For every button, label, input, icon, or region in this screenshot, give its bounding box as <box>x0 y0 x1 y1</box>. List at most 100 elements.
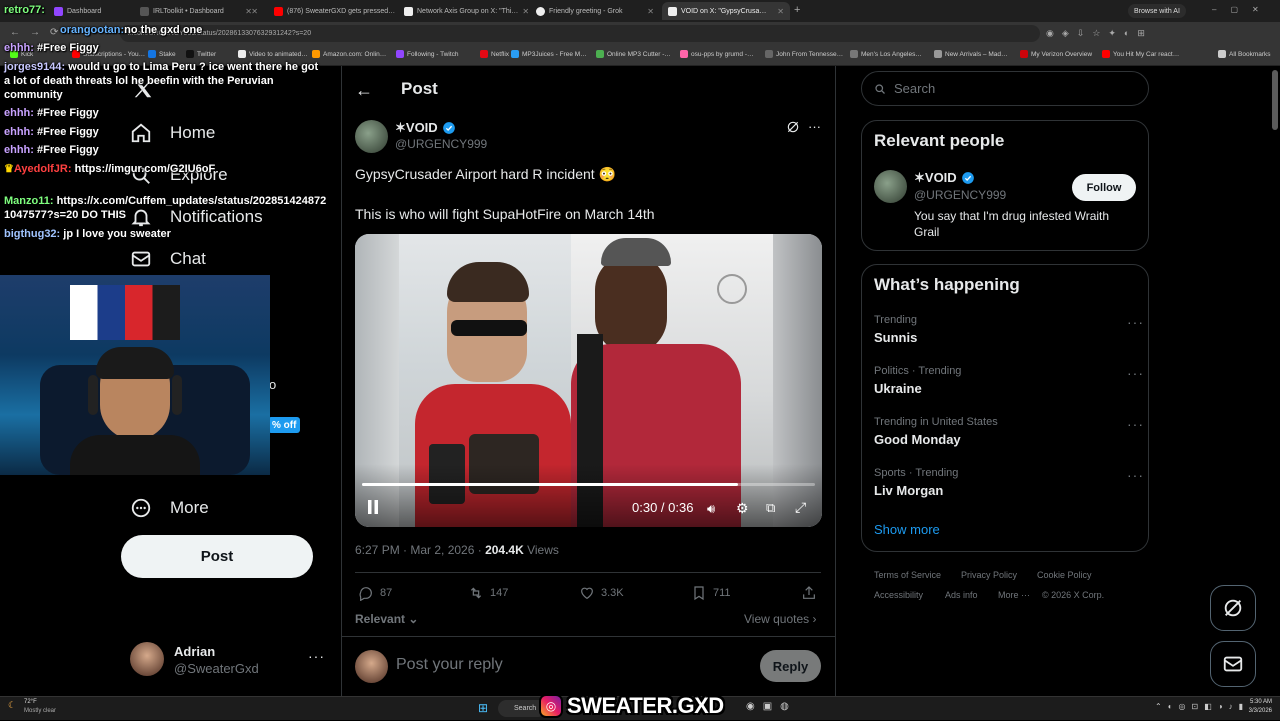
clock-date: 3/3/2026 <box>1248 708 1272 714</box>
footer-link[interactable]: More ··· <box>998 590 1030 600</box>
more-dots-icon[interactable]: ··· <box>1127 416 1144 432</box>
nav-home[interactable]: Home <box>130 122 215 144</box>
grok-fab[interactable] <box>1210 585 1256 631</box>
pip-icon[interactable]: ⧉ <box>766 500 775 516</box>
tab-grok[interactable]: Friendly greeting - Grok ✕ <box>530 2 660 20</box>
footer-link[interactable]: Ads info <box>945 590 978 600</box>
messages-fab[interactable] <box>1210 641 1256 687</box>
tab-youtube[interactable]: (876) SweaterGXD gets pressed…✕ <box>268 2 396 20</box>
bookmark-item[interactable]: Men's Los Angeles… <box>850 50 922 58</box>
url-field[interactable]: x.com/URGENCY999/status/2028613307632931… <box>120 25 1040 42</box>
bookmark-item[interactable]: You Hit My Car react… <box>1102 50 1179 58</box>
browse-with-ai-button[interactable]: Browse with AI <box>1128 4 1186 18</box>
chat-user: bigthug32: <box>4 228 61 240</box>
reply-input[interactable]: Post your reply <box>396 656 503 674</box>
webcam-overlay <box>0 275 270 475</box>
bookmark-item[interactable]: John From Tennesse… <box>765 50 843 58</box>
chevron-down-icon: ⌄ <box>408 612 419 626</box>
trend-item[interactable]: Trending in United States Good Monday ··· <box>874 416 1144 447</box>
post-text-line2: This is who will fight SupaHotFire on Ma… <box>355 206 655 222</box>
bookmark-item[interactable]: Video to animated… <box>238 50 308 58</box>
close-icon[interactable]: ✕ <box>522 7 528 16</box>
footer-link[interactable]: Cookie Policy <box>1037 570 1092 580</box>
follow-button[interactable]: Follow <box>1072 174 1136 201</box>
reply-icon <box>359 587 372 601</box>
start-icon[interactable]: ⊞ <box>478 701 488 715</box>
chat-user: orangootan: <box>60 24 125 36</box>
search-input[interactable]: Search <box>894 81 935 96</box>
nav-more[interactable]: More <box>130 497 209 519</box>
fullscreen-icon[interactable]: ⤢ <box>795 499 806 516</box>
scrollbar-thumb[interactable] <box>1272 70 1278 130</box>
bookmark-item[interactable]: Twitter <box>186 50 216 58</box>
search-box[interactable]: Search <box>861 71 1149 106</box>
view-quotes-link[interactable]: View quotes › <box>744 612 817 626</box>
person-avatar[interactable] <box>874 170 907 203</box>
bookmark-item[interactable]: Online MP3 Cutter -… <box>596 50 671 58</box>
chat-user: retro77: <box>4 4 45 16</box>
bookmark-item[interactable]: My Verizon Overview <box>1020 50 1092 58</box>
back-arrow-icon[interactable]: ← <box>355 80 373 101</box>
post-more-icon[interactable]: ··· <box>808 119 821 134</box>
bookmark-item[interactable]: osu-pps by grumd -… <box>680 50 754 58</box>
new-tab-button[interactable]: + <box>794 4 800 16</box>
close-icon[interactable]: ✕ <box>251 7 258 16</box>
avatar <box>130 642 164 676</box>
headset-right <box>172 375 182 415</box>
reply-sort-dropdown[interactable]: Relevant ⌄ <box>355 612 418 626</box>
person-name-row[interactable]: ✶VOID <box>914 170 975 186</box>
volume-icon[interactable]: 🔊︎ <box>707 501 715 517</box>
settings-gear-icon[interactable]: ⚙ <box>736 500 749 517</box>
extension-icons[interactable]: ◉◈⇩☆✦◐⊞ <box>1046 28 1153 39</box>
bookmark-action[interactable]: 711 <box>691 585 731 601</box>
window-controls[interactable]: –▢✕ <box>1212 5 1273 14</box>
bookmark-item[interactable]: New Arrivals – Mad… <box>934 50 1008 58</box>
footer-link[interactable]: Accessibility <box>874 590 923 600</box>
discount-badge: % off <box>268 417 301 433</box>
more-dots-icon[interactable]: ··· <box>1127 314 1144 330</box>
chat-user: ehhh: <box>4 42 34 54</box>
bookmark-item[interactable]: Netflix <box>480 50 509 58</box>
trend-item[interactable]: Trending Sunnis ··· <box>874 314 1144 345</box>
close-icon[interactable]: ✕ <box>647 7 654 16</box>
bookmark-item[interactable]: Amazon.com: Onlin… <box>312 50 386 58</box>
more-dots-icon[interactable]: ··· <box>1127 365 1144 381</box>
chat-user: ehhh: <box>4 126 34 138</box>
tab-void-post[interactable]: VOID on X: "GypsyCrusa… ✕ <box>662 2 790 20</box>
system-tray-icons[interactable]: ⌃◐◎⊡◧◑♪▮ <box>1155 702 1249 711</box>
footer-link[interactable]: Privacy Policy <box>961 570 1017 580</box>
bookmark-item[interactable]: Following - Twitch <box>396 50 459 58</box>
author-avatar[interactable] <box>355 120 388 153</box>
trend-item[interactable]: Politics · Trending Ukraine ··· <box>874 365 1144 396</box>
close-icon[interactable]: ✕ <box>777 7 784 16</box>
nav-chat[interactable]: Chat <box>130 248 206 270</box>
repost-action[interactable]: 147 <box>468 585 508 601</box>
bookmark-item[interactable]: Stake <box>148 50 176 58</box>
like-action[interactable]: 3.3K <box>579 585 624 601</box>
pause-icon[interactable] <box>367 500 379 519</box>
bookmark-item[interactable]: MP3Juices - Free M… <box>511 50 587 58</box>
video-progress-track[interactable] <box>362 483 815 486</box>
author-name-row[interactable]: ✶VOID <box>395 120 456 136</box>
reply-action[interactable]: 87 <box>358 585 392 601</box>
taskbar: ☾ 72°F Mostly clear ⊞ Search ◎ SWEATER.G… <box>0 693 1280 720</box>
reply-button[interactable]: Reply <box>760 650 821 682</box>
chat-user: AyedolfJR: <box>13 163 72 175</box>
post-button[interactable]: Post <box>121 535 313 578</box>
trend-item[interactable]: Sports · Trending Liv Morgan ··· <box>874 467 1144 498</box>
bookmark-favicon-icon <box>186 50 194 58</box>
grok-icon[interactable] <box>786 120 800 139</box>
heart-icon <box>581 587 593 600</box>
share-action[interactable] <box>801 585 817 601</box>
show-more-link[interactable]: Show more <box>874 522 940 537</box>
tab-irltoolkit[interactable]: IRLToolkit • Dashboard ✕ <box>134 2 264 20</box>
chat-message: #Free Figgy <box>37 107 99 119</box>
more-dots-icon[interactable]: ··· <box>1127 467 1144 483</box>
footer-link[interactable]: Terms of Service <box>874 570 941 580</box>
video-player[interactable]: 0:30 / 0:36 🔊︎ ⚙ ⧉ ⤢ <box>355 234 822 527</box>
tab-network-axis[interactable]: Network Axis Group on X: "Thi… ✕ <box>398 2 528 20</box>
account-switcher[interactable]: Adrian @SweaterGxd ··· <box>130 642 350 678</box>
more-dots-icon[interactable]: ··· <box>308 648 325 664</box>
taskbar-app-icons[interactable]: ◉▣◍ <box>746 701 797 712</box>
bookmark-item[interactable]: All Bookmarks <box>1218 50 1271 58</box>
